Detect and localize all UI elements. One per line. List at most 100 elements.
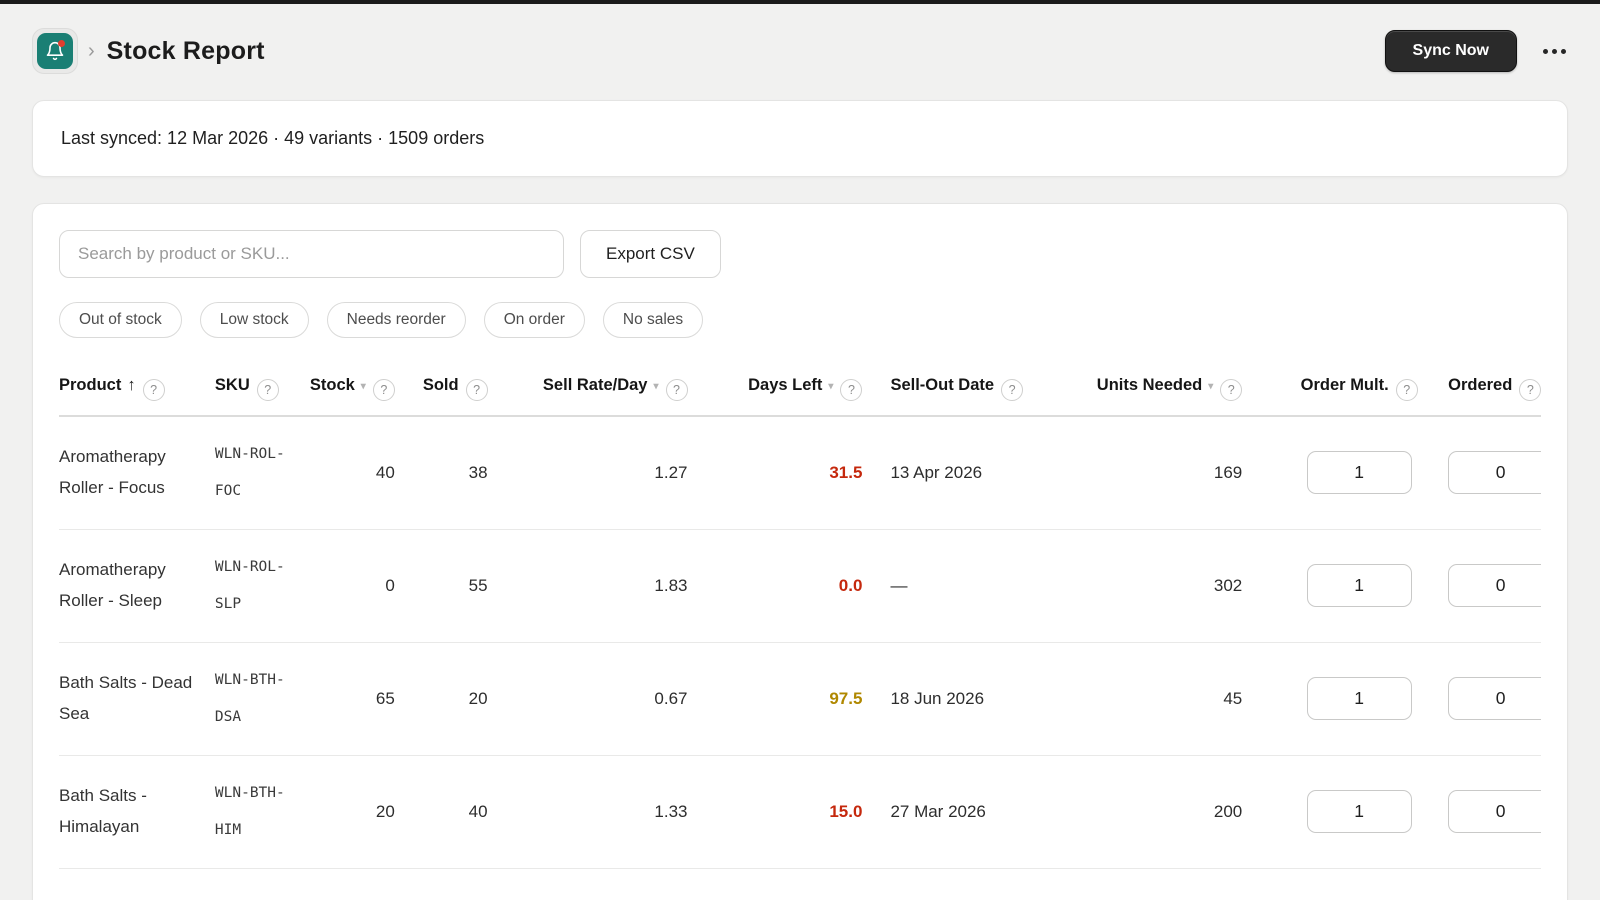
column-header-order-mult[interactable]: Order Mult.?: [1270, 368, 1449, 417]
filter-chip-out-of-stock[interactable]: Out of stock: [59, 302, 182, 338]
sell-out-date-cell: —: [890, 529, 1081, 643]
help-icon[interactable]: ?: [465, 379, 488, 401]
days-left-cell: 97.5: [715, 642, 891, 756]
help-icon[interactable]: ?: [840, 379, 863, 401]
column-header-sell-out-date[interactable]: Sell-Out Date?: [890, 368, 1081, 417]
stock-cell: 40: [302, 416, 423, 530]
order-mult-input[interactable]: [1306, 677, 1412, 720]
sold-cell: 38: [422, 416, 516, 530]
column-header-product[interactable]: Product ↑?: [59, 368, 215, 417]
column-header-stock[interactable]: Stock ▾?: [302, 368, 423, 417]
sell-rate-cell: 1.33: [515, 755, 716, 869]
column-header-ordered[interactable]: Ordered?: [1448, 368, 1541, 417]
overflow-menu-button[interactable]: [1541, 43, 1568, 60]
column-header-days-left[interactable]: Days Left ▾?: [715, 368, 891, 417]
order-mult-input[interactable]: [1306, 790, 1412, 833]
column-label: Order Mult.: [1300, 376, 1389, 394]
days-left-cell: 0.0: [715, 529, 891, 643]
help-icon[interactable]: ?: [372, 379, 395, 401]
notification-dot-icon: [58, 40, 65, 47]
sold-cell: 55: [422, 529, 516, 643]
ordered-cell: [1448, 755, 1541, 869]
sync-summary-text: Last synced: 12 Mar 2026 · 49 variants ·…: [61, 128, 485, 148]
column-header-sold[interactable]: Sold?: [422, 368, 516, 417]
column-header-units-needed[interactable]: Units Needed ▾?: [1080, 368, 1271, 417]
column-label: Days Left: [748, 376, 823, 394]
dot-icon: [1552, 48, 1557, 54]
help-icon[interactable]: ?: [1519, 379, 1541, 401]
help-icon[interactable]: ?: [1220, 379, 1243, 401]
page-title: Stock Report: [106, 36, 265, 65]
stock-report-card: Export CSV Out of stock Low stock Needs …: [32, 203, 1568, 900]
column-label: Product: [59, 376, 122, 394]
export-csv-button[interactable]: Export CSV: [580, 230, 721, 278]
units-needed-cell: 169: [1080, 416, 1271, 530]
table-row: Aromatherapy Roller - Sleep WLN-ROL-SLP …: [59, 529, 1541, 643]
column-label: Ordered: [1448, 376, 1513, 394]
filter-chip-on-order[interactable]: On order: [483, 302, 585, 338]
sku-cell: WLN-BTH-DSA: [214, 642, 303, 756]
sku-cell: WLN-BTH-HIM: [214, 755, 303, 869]
column-label: Units Needed: [1096, 376, 1203, 394]
stock-cell: 20: [302, 755, 423, 869]
table-row: Bath Salts - Himalayan WLN-BTH-HIM 20 40…: [59, 755, 1541, 869]
column-label: Stock: [309, 376, 355, 394]
breadcrumb-chevron-icon: ›: [88, 39, 95, 62]
sku-cell: WLN-ROL-FOC: [214, 416, 303, 530]
sort-ascending-icon: ↑: [127, 376, 136, 394]
column-header-sell-rate[interactable]: Sell Rate/Day ▾?: [515, 368, 716, 417]
units-needed-cell: 200: [1080, 755, 1271, 869]
help-icon[interactable]: ?: [142, 379, 165, 401]
sync-now-button[interactable]: Sync Now: [1384, 30, 1517, 72]
app-icon-button[interactable]: [32, 28, 78, 74]
product-cell: Aromatherapy Roller - Sleep: [59, 529, 215, 643]
order-mult-input[interactable]: [1306, 451, 1412, 495]
help-icon[interactable]: ?: [1001, 379, 1024, 401]
column-label: Sell-Out Date: [890, 376, 995, 394]
sku-cell: WLN-ROL-SLP: [214, 529, 303, 643]
sold-cell: 20: [422, 642, 516, 756]
ordered-cell: [1448, 529, 1541, 643]
help-icon[interactable]: ?: [1395, 379, 1418, 401]
ordered-input[interactable]: [1448, 790, 1541, 833]
product-cell: Bath Salts - Dead Sea: [59, 642, 215, 756]
sort-caret-icon: ▾: [828, 381, 834, 392]
sold-cell: 40: [422, 755, 516, 869]
search-input[interactable]: [59, 230, 564, 278]
stock-table: Product ↑? SKU? Stock ▾? Sold? Sell Rate/D…: [59, 368, 1541, 869]
stock-table-scroll-area[interactable]: Product ↑? SKU? Stock ▾? Sold? Sell Rate/D…: [59, 368, 1541, 869]
sell-out-date-cell: 27 Mar 2026: [890, 755, 1081, 869]
order-mult-input[interactable]: [1306, 564, 1412, 607]
table-toolbar: Export CSV: [59, 230, 1541, 278]
column-label: Sold: [422, 376, 459, 394]
product-cell: Bath Salts - Himalayan: [59, 755, 215, 869]
ordered-cell: [1448, 416, 1541, 530]
ordered-input[interactable]: [1448, 451, 1541, 495]
sort-caret-icon: ▾: [653, 381, 659, 392]
filter-chip-low-stock[interactable]: Low stock: [199, 302, 309, 338]
sell-rate-cell: 1.27: [515, 416, 716, 530]
sell-rate-cell: 1.83: [515, 529, 716, 643]
table-header-row: Product ↑? SKU? Stock ▾? Sold? Sell Rate/D…: [59, 368, 1541, 417]
column-header-sku[interactable]: SKU?: [214, 368, 303, 417]
units-needed-cell: 45: [1080, 642, 1271, 756]
help-icon[interactable]: ?: [256, 379, 279, 401]
filter-chip-needs-reorder[interactable]: Needs reorder: [326, 302, 466, 338]
days-left-cell: 15.0: [715, 755, 891, 869]
order-mult-cell: [1270, 755, 1449, 869]
help-icon[interactable]: ?: [665, 379, 688, 401]
product-cell: Aromatherapy Roller - Focus: [59, 416, 215, 530]
column-label: Sell Rate/Day: [542, 376, 648, 394]
order-mult-cell: [1270, 642, 1449, 756]
filter-chip-no-sales[interactable]: No sales: [602, 302, 704, 338]
topbar: › Stock Report Sync Now: [0, 4, 1600, 100]
order-mult-cell: [1270, 416, 1449, 530]
ordered-input[interactable]: [1448, 564, 1541, 607]
bell-icon: [37, 33, 73, 69]
sort-caret-icon: ▾: [360, 381, 366, 392]
ordered-input[interactable]: [1448, 677, 1541, 720]
topbar-actions: Sync Now: [1384, 30, 1568, 72]
stock-cell: 0: [302, 529, 423, 643]
sync-status-card: Last synced: 12 Mar 2026 · 49 variants ·…: [32, 100, 1568, 177]
sort-caret-icon: ▾: [1208, 381, 1214, 392]
